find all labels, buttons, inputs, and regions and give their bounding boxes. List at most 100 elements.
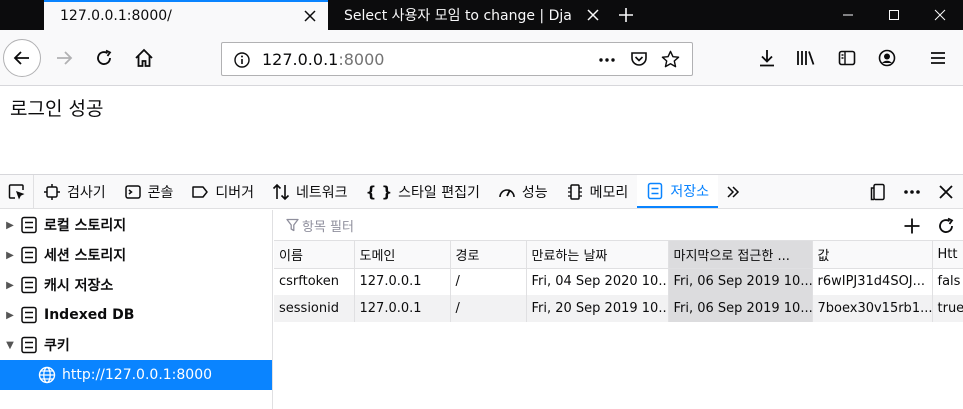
chevron-right-icon[interactable]: ▶ bbox=[0, 250, 20, 261]
library-icon bbox=[797, 51, 815, 65]
storage-tree: ▶ 로컬 스토리지 ▶ 세션 스토리지 ▶ 캐시 저장소 ▶ Indexed D… bbox=[0, 210, 273, 409]
page-actions-icon[interactable] bbox=[598, 51, 616, 73]
tree-item-session-storage[interactable]: ▶ 세션 스토리지 bbox=[0, 240, 272, 270]
storage-icon bbox=[21, 336, 37, 354]
table-row[interactable]: csrftoken 127.0.0.1 / Fri, 04 Sep 2020 1… bbox=[274, 268, 963, 295]
storage-icon bbox=[646, 182, 664, 200]
info-icon[interactable] bbox=[234, 52, 250, 72]
devtools-tab-style-editor[interactable]: { } 스타일 편집기 bbox=[357, 175, 489, 208]
close-tab-icon[interactable] bbox=[302, 8, 318, 24]
tree-item-label: Indexed DB bbox=[44, 307, 135, 323]
element-picker-button[interactable] bbox=[0, 175, 34, 208]
close-tab-icon[interactable] bbox=[585, 7, 601, 23]
cell-expires: Fri, 04 Sep 2020 10... bbox=[526, 268, 669, 295]
refresh-button[interactable] bbox=[929, 210, 963, 241]
devtools-tab-memory[interactable]: 메모리 bbox=[557, 175, 638, 208]
column-header-path[interactable]: 경로 bbox=[450, 241, 527, 269]
table-header-row: 이름 도메인 경로 만료하는 날짜 마지막으로 접근한 ... 값 Htt bbox=[274, 241, 963, 269]
filter-icon bbox=[286, 218, 299, 232]
chevron-right-icon[interactable]: ▶ bbox=[0, 220, 20, 231]
window-controls bbox=[825, 0, 963, 30]
tree-item-label: 쿠키 bbox=[44, 338, 70, 354]
pocket-icon[interactable] bbox=[630, 50, 648, 72]
column-header-domain[interactable]: 도메인 bbox=[354, 241, 451, 269]
devtools-options-button[interactable] bbox=[895, 175, 929, 208]
home-button[interactable] bbox=[130, 44, 158, 72]
table-row[interactable]: sessionid 127.0.0.1 / Fri, 20 Sep 2019 1… bbox=[274, 295, 963, 322]
devtools-tab-network[interactable]: 네트워크 bbox=[263, 175, 357, 208]
back-button[interactable] bbox=[3, 39, 41, 77]
cell-domain: 127.0.0.1 bbox=[354, 268, 451, 295]
account-button[interactable] bbox=[873, 44, 901, 72]
arrow-left-icon bbox=[13, 51, 29, 65]
column-header-name[interactable]: 이름 bbox=[274, 241, 355, 269]
reload-icon bbox=[97, 49, 112, 65]
chevron-right-icon[interactable]: ▶ bbox=[0, 280, 20, 291]
account-icon bbox=[878, 49, 896, 67]
menu-button[interactable] bbox=[924, 44, 952, 72]
downloads-button[interactable] bbox=[753, 44, 781, 72]
url-port: :8000 bbox=[338, 49, 385, 69]
globe-icon bbox=[38, 366, 56, 384]
dock-layout-button[interactable] bbox=[861, 175, 895, 208]
column-header-httponly[interactable]: Htt bbox=[932, 241, 963, 269]
chevron-down-icon[interactable]: ▼ bbox=[0, 340, 20, 351]
navigation-toolbar: 127.0.0.1:8000 bbox=[0, 30, 963, 86]
reload-icon bbox=[939, 217, 954, 233]
devtools-overflow-button[interactable] bbox=[718, 175, 748, 208]
arrow-right-icon bbox=[57, 51, 73, 65]
browser-tab-inactive[interactable]: Select 사용자 모임 to change | Dja bbox=[328, 0, 611, 30]
tree-item-indexed-db[interactable]: ▶ Indexed DB bbox=[0, 300, 272, 330]
cell-domain: 127.0.0.1 bbox=[354, 295, 451, 322]
browser-tab-active[interactable]: 127.0.0.1:8000/ bbox=[44, 0, 328, 30]
hamburger-icon bbox=[931, 52, 945, 64]
tree-item-cache-storage[interactable]: ▶ 캐시 저장소 bbox=[0, 270, 272, 300]
tab-title: Select 사용자 모임 to change | Dja bbox=[344, 8, 572, 24]
library-button[interactable] bbox=[792, 44, 820, 72]
sidebar-toggle-button[interactable] bbox=[833, 44, 861, 72]
filter-bar: 항목 필터 bbox=[274, 210, 963, 241]
tree-item-label: 캐시 저장소 bbox=[44, 278, 114, 294]
devtools-tab-performance[interactable]: 성능 bbox=[489, 175, 557, 208]
devtools-tab-inspector[interactable]: 검사기 bbox=[34, 175, 115, 208]
chevron-right-icon[interactable]: ▶ bbox=[0, 310, 20, 321]
storage-main: 항목 필터 이름 도메인 경로 만료하는 날짜 마지막으로 접근한 ... 값 … bbox=[274, 210, 963, 409]
bookmark-star-icon[interactable] bbox=[661, 50, 680, 73]
maximize-button[interactable] bbox=[871, 0, 917, 30]
tree-item-cookies[interactable]: ▼ 쿠키 bbox=[0, 330, 272, 360]
close-window-button[interactable] bbox=[917, 0, 963, 30]
plus-icon bbox=[904, 218, 920, 233]
filter-input[interactable]: 항목 필터 bbox=[302, 216, 354, 235]
storage-icon bbox=[21, 306, 37, 324]
url-bar[interactable]: 127.0.0.1:8000 bbox=[221, 42, 693, 76]
devtools-tab-debugger[interactable]: 디버거 bbox=[182, 175, 263, 208]
performance-icon bbox=[498, 183, 516, 201]
forward-button[interactable] bbox=[50, 44, 78, 72]
reload-button[interactable] bbox=[90, 44, 118, 72]
column-header-last-accessed[interactable]: 마지막으로 접근한 ... bbox=[668, 241, 813, 269]
devtools-right-actions bbox=[861, 175, 963, 208]
new-tab-button[interactable] bbox=[611, 0, 641, 30]
column-header-value[interactable]: 값 bbox=[812, 241, 933, 269]
cell-last-accessed: Fri, 06 Sep 2019 10... bbox=[668, 268, 813, 295]
devtools-tab-label: 스타일 편집기 bbox=[398, 184, 480, 201]
cell-path: / bbox=[450, 268, 527, 295]
tab-strip: 127.0.0.1:8000/ Select 사용자 모임 to change … bbox=[0, 0, 963, 30]
devtools-tab-storage[interactable]: 저장소 bbox=[637, 175, 718, 208]
devtools-close-button[interactable] bbox=[929, 175, 963, 208]
memory-icon bbox=[566, 183, 584, 201]
devtools-panel: 검사기 콘솔 디버거 네트워크 { } 스타일 편집기 성능 메모리 저장소 ▶… bbox=[0, 174, 963, 409]
cell-httponly: true bbox=[932, 295, 963, 322]
devtools-tab-label: 성능 bbox=[521, 184, 548, 201]
chevron-double-right-icon bbox=[724, 183, 742, 201]
debugger-icon bbox=[191, 183, 209, 201]
tree-item-cookie-host[interactable]: http://127.0.0.1:8000 bbox=[0, 360, 272, 390]
devtools-tab-console[interactable]: 콘솔 bbox=[115, 175, 183, 208]
add-item-button[interactable] bbox=[895, 210, 929, 241]
tree-item-label: 세션 스토리지 bbox=[44, 248, 127, 264]
devtools-tab-label: 디버거 bbox=[215, 184, 255, 201]
column-header-expires[interactable]: 만료하는 날짜 bbox=[526, 241, 669, 269]
devtools-toolbar: 검사기 콘솔 디버거 네트워크 { } 스타일 편집기 성능 메모리 저장소 bbox=[0, 175, 963, 209]
minimize-button[interactable] bbox=[825, 0, 871, 30]
tree-item-local-storage[interactable]: ▶ 로컬 스토리지 bbox=[0, 210, 272, 240]
